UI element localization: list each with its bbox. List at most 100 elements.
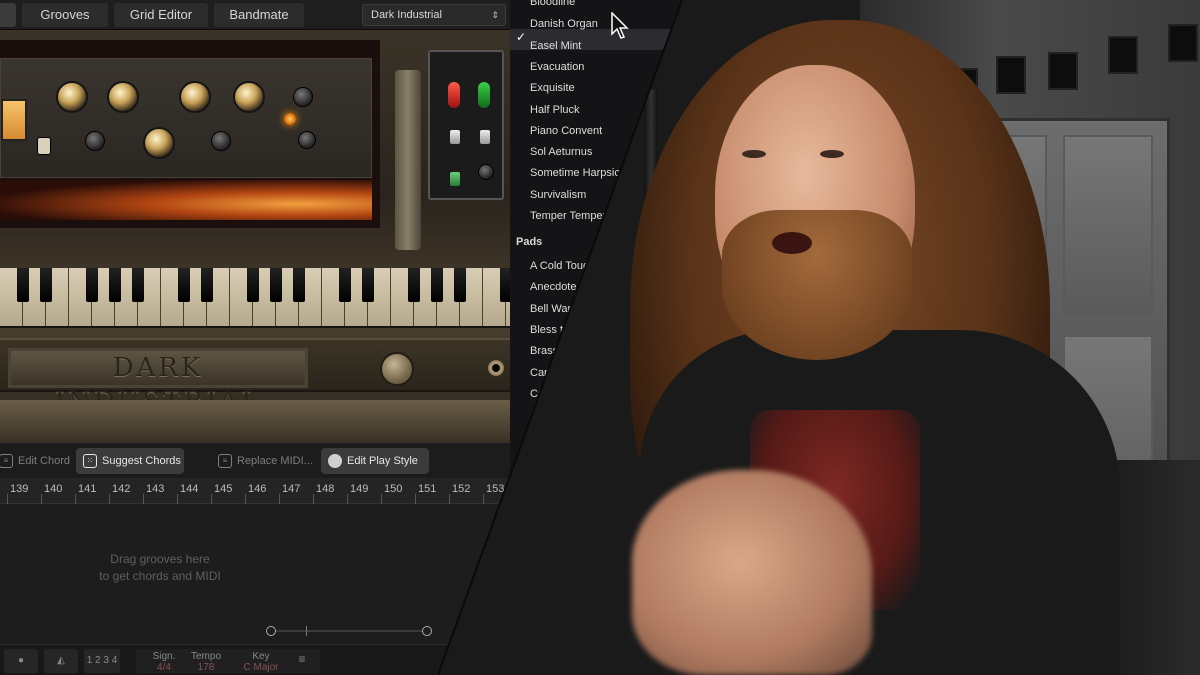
edit-chord-button[interactable]: ≡ Edit Chord (0, 448, 70, 474)
count-in-button[interactable]: 1 2 3 4 (84, 649, 120, 673)
menu-item-preset[interactable]: Danish Organ (530, 18, 598, 30)
menu-item-preset[interactable]: Evacuation (530, 61, 584, 73)
zoom-scrollbar[interactable] (266, 626, 434, 636)
menu-item-pad[interactable]: Bell Warr (530, 303, 575, 315)
bar-number: 144 (180, 483, 199, 495)
bar-tick (483, 494, 484, 504)
menu-item-preset[interactable]: Sol Aeturnus (530, 146, 592, 158)
menu-item-preset[interactable]: Half Pluck (530, 104, 580, 116)
key-field[interactable]: Key C Major (236, 651, 286, 673)
black-key[interactable] (132, 268, 144, 302)
toggle-switch-left[interactable] (450, 130, 460, 144)
metronome-icon[interactable]: ◭ (44, 649, 78, 673)
menu-item-preset[interactable]: Temper Temper (530, 210, 606, 222)
black-key[interactable] (293, 268, 305, 302)
tempo-field[interactable]: Tempo 178 (188, 651, 224, 673)
tube-glow (0, 180, 372, 220)
bar-tick (109, 494, 110, 504)
black-key[interactable] (17, 268, 29, 302)
power-lamp (284, 113, 296, 125)
preset-select[interactable]: Dark Industrial ⇕ (362, 4, 506, 26)
chord-toolbar: ≡ Edit Chord ⁙ Suggest Chords ≡ Replace … (0, 442, 510, 492)
rack-unit (0, 40, 380, 228)
red-tube (448, 82, 460, 108)
replace-midi-button[interactable]: ≡ Replace MIDI... (211, 448, 315, 474)
tab-previous[interactable] (0, 3, 16, 27)
bar-number: 147 (282, 483, 301, 495)
edit-play-style-button[interactable]: Edit Play Style ⇕ (321, 448, 429, 492)
groove-drop-area[interactable]: Drag grooves here to get chords and MIDI (0, 504, 510, 644)
black-key[interactable] (178, 268, 190, 302)
black-key[interactable] (362, 268, 374, 302)
boost-knob-high[interactable] (179, 81, 211, 113)
cps-knob[interactable] (85, 131, 105, 151)
black-key[interactable] (201, 268, 213, 302)
nameplate-bar: DARK INDUSTRIAL (0, 338, 510, 417)
menu-item-preset[interactable]: Piano Convent (530, 125, 602, 137)
bar-tick (449, 494, 450, 504)
suggest-chords-button[interactable]: ⁙ Suggest Chords (76, 448, 184, 474)
chevron-updown-icon: ⇕ (491, 10, 499, 20)
metal-rail (395, 70, 421, 250)
menu-item-preset[interactable]: Bloodline (530, 0, 575, 8)
bar-tick (381, 494, 382, 504)
timeline-ruler[interactable]: 139 140 141 142 143 144 145 146 147 148 149 150 151 1… (0, 478, 510, 504)
menu-item-preset[interactable]: Easel Mint (530, 40, 581, 52)
keyboard[interactable] (0, 268, 510, 328)
vu-meter (1, 99, 27, 141)
emblem-icon (380, 352, 414, 386)
bar-number: 145 (214, 483, 233, 495)
small-knob[interactable] (478, 164, 494, 180)
black-key[interactable] (40, 268, 52, 302)
record-button[interactable]: ● (4, 649, 38, 673)
black-key[interactable] (247, 268, 259, 302)
bar-tick (313, 494, 314, 504)
menu-item-preset[interactable]: Exquisite (530, 82, 575, 94)
kcs-knob[interactable] (211, 131, 231, 151)
tab-grid-editor[interactable]: Grid Editor (114, 3, 208, 27)
menu-item-pad[interactable]: Anecdote (530, 281, 576, 293)
bar-number: 152 (452, 483, 471, 495)
green-switch[interactable] (450, 172, 460, 186)
bar-number: 146 (248, 483, 267, 495)
list-icon: ≡ (0, 454, 13, 468)
tab-grooves[interactable]: Grooves (22, 3, 108, 27)
menu-item-preset[interactable]: Sometime Harpsich (530, 167, 626, 179)
menu-item-preset[interactable]: Survivalism (530, 189, 586, 201)
black-key[interactable] (270, 268, 282, 302)
time-signature[interactable]: Sign. 4/4 (150, 651, 178, 673)
black-key[interactable] (431, 268, 443, 302)
black-key[interactable] (86, 268, 98, 302)
transport-bar: ● ◭ 1 2 3 4 Sign. 4/4 Tempo 178 Key C Ma… (0, 644, 510, 675)
atten-knob[interactable] (107, 81, 139, 113)
person-eye (742, 150, 766, 158)
person-mouth (772, 232, 812, 254)
black-key[interactable] (109, 268, 121, 302)
tab-bar: Grooves Grid Editor Bandmate Dark Indust… (0, 0, 510, 30)
off-on-knob[interactable] (298, 131, 316, 149)
bar-number: 142 (112, 483, 131, 495)
toggle-switch-right[interactable] (480, 130, 490, 144)
atten-knob-high[interactable] (233, 81, 265, 113)
wall-poster (1168, 24, 1198, 62)
black-key[interactable] (339, 268, 351, 302)
menu-icon[interactable]: ≡ (294, 653, 310, 665)
scroll-handle-left[interactable] (266, 626, 276, 636)
bar-tick (211, 494, 212, 504)
mouse-cursor-icon (611, 12, 629, 39)
atten-sel-knob[interactable] (293, 87, 313, 107)
bar-tick (7, 494, 8, 504)
instrument-nameplate: DARK INDUSTRIAL (8, 348, 308, 417)
black-key[interactable] (408, 268, 420, 302)
preset-select-value: Dark Industrial (371, 9, 442, 21)
bar-number: 153 (486, 483, 505, 495)
black-key[interactable] (454, 268, 466, 302)
tab-bandmate[interactable]: Bandmate (214, 3, 304, 27)
boost-knob[interactable] (56, 81, 88, 113)
scroll-handle-right[interactable] (422, 626, 432, 636)
bandwidth-knob[interactable] (143, 127, 175, 159)
black-key[interactable] (500, 268, 510, 302)
play-style-icon (328, 454, 342, 468)
person-beard (722, 210, 912, 360)
person-hand (632, 470, 872, 675)
